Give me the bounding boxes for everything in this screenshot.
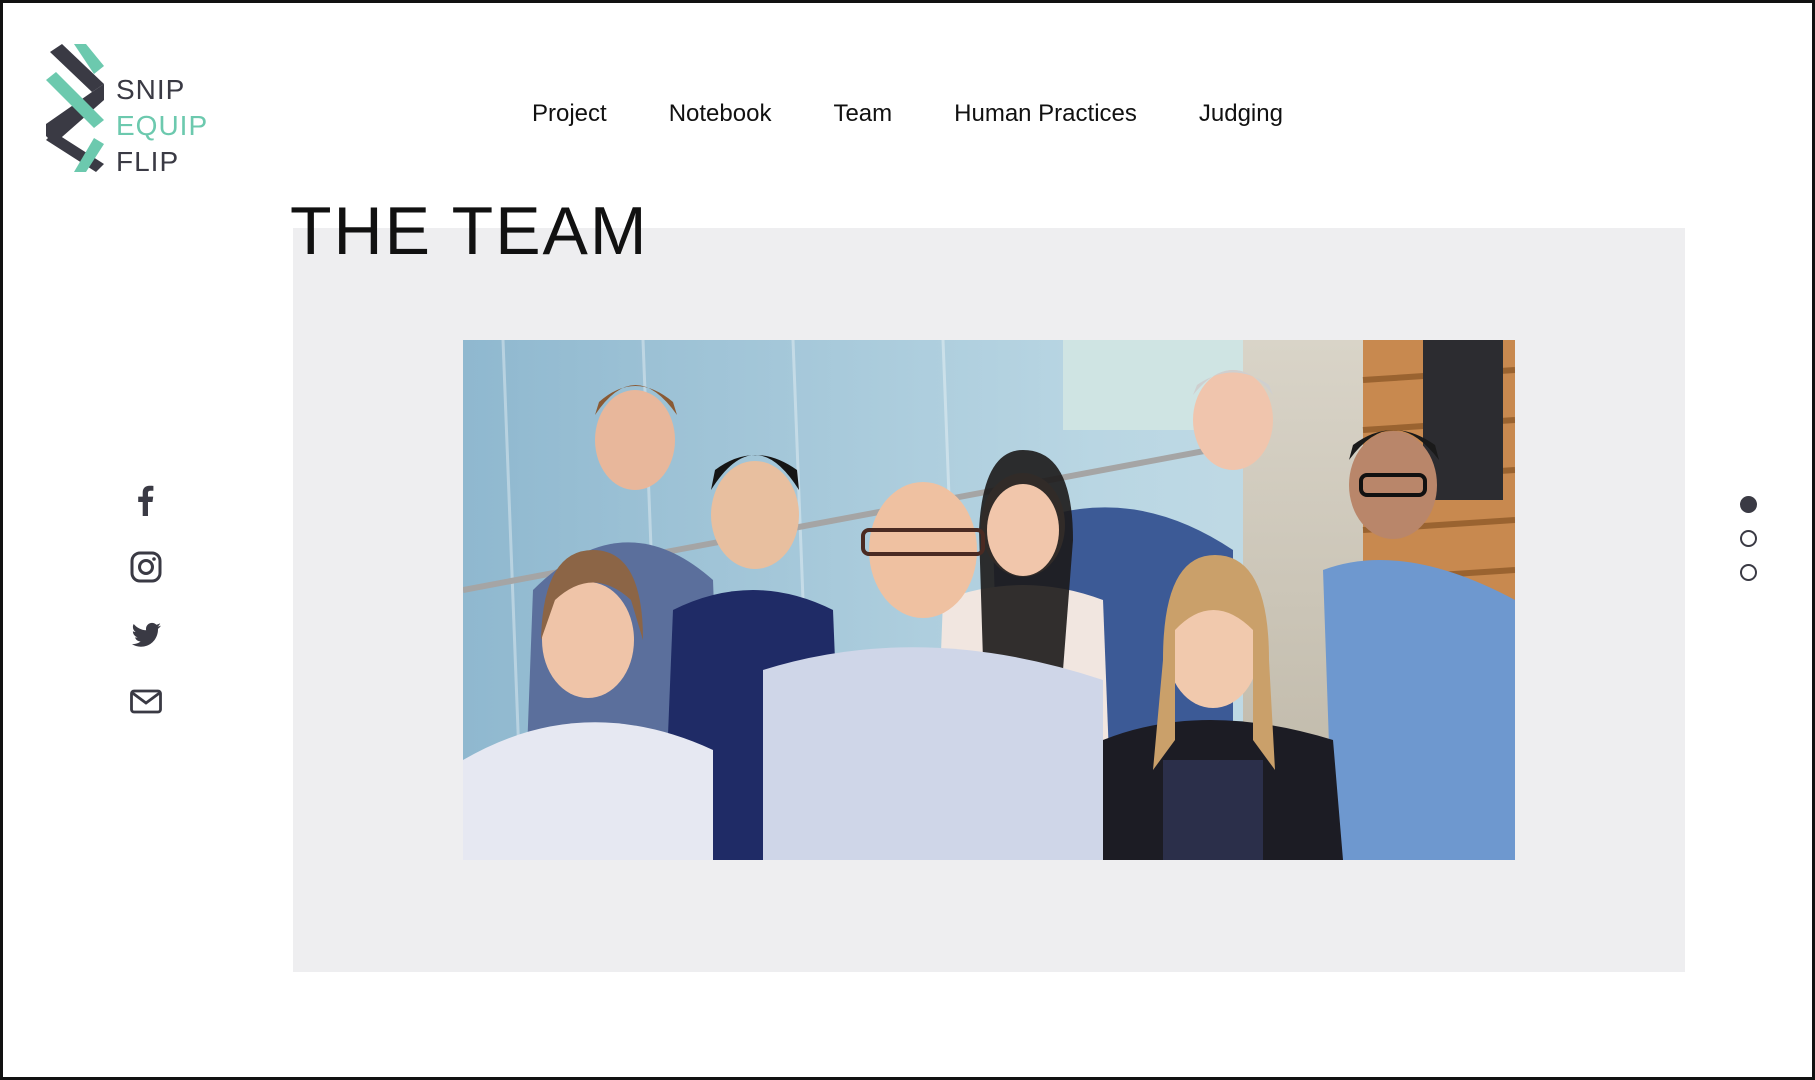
nav-item-judging[interactable]: Judging (1199, 100, 1283, 128)
slide-dot-1[interactable] (1740, 496, 1757, 513)
page-title: THE TEAM (290, 193, 649, 269)
nav-item-human-practices[interactable]: Human Practices (954, 100, 1137, 128)
logo-line-flip: FLIP (116, 146, 180, 177)
twitter-icon[interactable] (128, 616, 164, 652)
logo-line-equip: EQUIP (116, 110, 209, 141)
email-icon[interactable] (128, 683, 164, 719)
instagram-icon[interactable] (128, 549, 164, 585)
nav-item-notebook[interactable]: Notebook (669, 100, 772, 128)
nav-item-team[interactable]: Team (833, 100, 892, 128)
slide-dot-2[interactable] (1740, 530, 1757, 547)
logo-line-snip: SNIP (116, 74, 186, 105)
slide-dot-3[interactable] (1740, 564, 1757, 581)
main-nav: Project Notebook Team Human Practices Ju… (532, 100, 1283, 128)
dna-logo-icon (46, 44, 104, 172)
facebook-icon[interactable] (128, 482, 164, 518)
slide-pagination (1740, 496, 1757, 598)
logo-wordmark: SNIP EQUIP FLIP (116, 72, 208, 180)
site-logo[interactable]: SNIP EQUIP FLIP (46, 44, 216, 177)
social-links (128, 482, 164, 750)
team-photo (463, 340, 1515, 860)
nav-item-project[interactable]: Project (532, 100, 607, 128)
